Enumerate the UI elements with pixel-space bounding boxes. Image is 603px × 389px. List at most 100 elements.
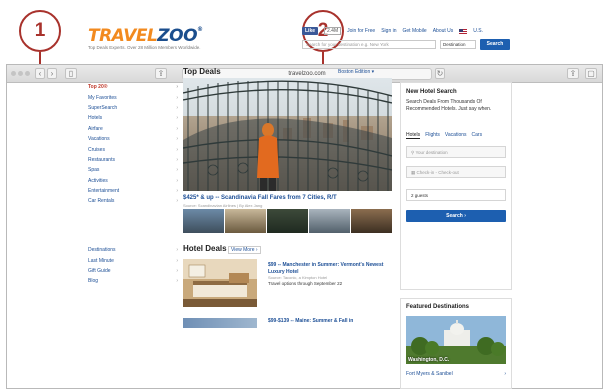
edition-selector[interactable]: Boston Edition ▾ [338,69,374,75]
url-text: travelzoo.com [288,71,326,77]
chevron-right-icon: › [176,136,178,143]
sidebar-item-supersearch[interactable]: SuperSearch › [88,103,178,113]
hero-photo-graphic [183,78,392,191]
sidebar-item-label: Last Minute [88,257,114,264]
sidebar-item-vacations[interactable]: Vacations › [88,134,178,144]
destination-type-select[interactable]: Destination [440,40,476,49]
chevron-right-icon: › [176,278,178,285]
featured-image-label: Washington, D.C. [408,357,450,363]
dates-placeholder: Check-in - Check-out [416,170,459,175]
sidebar-item-gift-guide[interactable]: Gift Guide › [88,266,178,276]
sidebar-item-label: Spas [88,167,100,174]
hotel-destination-input[interactable]: ⚲ Your destination [406,146,506,158]
tab-cars[interactable]: Cars [472,132,483,139]
locale-selector[interactable]: U.S. [473,28,483,34]
sidebar-item-activities[interactable]: Activities › [88,176,178,186]
hotel-deal-2-title-link[interactable]: $99-$139 -- Maine: Summer & Fall in [268,318,353,324]
sidebar-item-car-rentals[interactable]: Car Rentals › [88,196,178,206]
facebook-like-button[interactable]: Like [302,27,319,35]
back-button[interactable]: ‹ [35,68,45,79]
hotel-deal-title-link[interactable]: $99 -- Manchester in Summer: Vermont's N… [268,262,393,275]
sidebar-item-label: Vacations [88,136,110,143]
secondary-sidebar: Destinations › Last Minute › Gift Guide › B… [88,245,178,287]
chevron-right-icon: › [176,146,178,153]
travelzoo-logo[interactable]: TRAVELZOO® [88,26,203,46]
us-flag-icon [459,28,468,34]
screenshot-stage: 1 2 ‹ › ▯ ⇪ travelzoo.com ↻ ⇪ ▢ TRAVELZO… [0,0,603,389]
sidebar-item-destinations[interactable]: Destinations › [88,245,178,255]
reload-button[interactable]: ↻ [435,68,445,79]
window-zoom-dot[interactable] [25,71,30,76]
hotel-deal-image[interactable] [183,259,257,307]
forward-button[interactable]: › [47,68,57,79]
hotel-search-description: Search Deals From Thousands Of Recommend… [406,99,492,112]
sidebar-item-restaurants[interactable]: Restaurants › [88,155,178,165]
chevron-right-icon: › [176,125,178,132]
sidebar-item-label: Top 20® [88,84,108,91]
featured-link-label: Fort Myers & Sanibel [406,371,453,377]
sidebar-item-favorites[interactable]: My Favorites › [88,92,178,102]
logo-zoo-text: ZOO [157,26,198,46]
share-button[interactable]: ⇪ [567,68,579,79]
deal-thumbnail-strip [183,209,392,233]
tab-vacations[interactable]: Vacations [445,132,467,139]
hotel-deals-heading: Hotel Deals [183,244,227,253]
chevron-right-icon: › [176,267,178,274]
hotel-search-tabs: Hotels Flights Vacations Cars [406,132,482,139]
deal-thumbnail[interactable] [183,209,224,233]
destination-placeholder: Your destination [415,150,448,155]
sidebar-item-entertainment[interactable]: Entertainment › [88,186,178,196]
tabs-button[interactable]: ▢ [585,68,597,79]
chevron-right-icon: › [176,84,178,91]
sidebar-item-last-minute[interactable]: Last Minute › [88,255,178,265]
category-sidebar: Top 20® › My Favorites › SuperSearch › Hote… [88,82,178,207]
callout-1: 1 [19,10,61,52]
chevron-right-icon: › [176,104,178,111]
sidebar-item-label: SuperSearch [88,104,118,111]
sidebar-item-airfare[interactable]: Airfare › [88,124,178,134]
site-tagline: Top Deals Experts. Over 28 Million Membe… [88,45,201,50]
get-mobile-link[interactable]: Get Mobile [403,28,427,34]
chevron-right-icon: › [176,115,178,122]
top-deal-source: Source: Scandinavian Airlines | By Alex … [183,203,263,208]
chevron-right-icon: › [176,188,178,195]
sidebar-item-top20[interactable]: Top 20® › [88,82,178,92]
hotel-dates-input[interactable]: ▦ Check-in - Check-out [406,166,506,178]
hotel-deal-description: Travel options through September 22 [268,281,343,286]
sidebar-item-blog[interactable]: Blog › [88,276,178,286]
deal-thumbnail[interactable] [225,209,266,233]
search-button[interactable]: Search [480,39,510,50]
edition-label: Boston Edition [338,69,371,75]
hotel-deal-image-2[interactable] [183,318,257,328]
destination-search-input[interactable]: Search for your destination e.g. New Yor… [302,40,436,49]
about-us-link[interactable]: About Us [433,28,454,34]
chevron-right-icon: › [176,177,178,184]
sidebar-item-cruises[interactable]: Cruises › [88,144,178,154]
view-more-button[interactable]: View More › [228,246,261,254]
sidebar-item-label: Car Rentals [88,198,115,205]
guests-select[interactable]: 2 guests [406,189,506,201]
sidebar-item-label: Gift Guide [88,267,111,274]
sidebar-item-label: Entertainment [88,188,120,195]
deal-thumbnail[interactable] [351,209,392,233]
top-deals-heading: Top Deals [183,67,221,76]
window-close-dot[interactable] [11,71,16,76]
join-link[interactable]: Join for Free [347,28,375,34]
deal-thumbnail[interactable] [267,209,308,233]
featured-destination-link[interactable]: Fort Myers & Sanibel › [406,371,506,377]
sidebar-item-label: Cruises [88,146,105,153]
hotel-search-button[interactable]: Search › [406,210,506,222]
window-minimize-dot[interactable] [18,71,23,76]
sign-in-link[interactable]: Sign in [381,28,396,34]
tab-hotels[interactable]: Hotels [406,132,421,139]
sidebar-item-hotels[interactable]: Hotels › [88,113,178,123]
share-button-left[interactable]: ⇪ [155,68,167,79]
sidebar-item-label: Airfare [88,125,103,132]
tab-flights[interactable]: Flights [425,132,440,139]
sidebar-toggle-button[interactable]: ▯ [65,68,77,79]
sidebar-item-spas[interactable]: Spas › [88,165,178,175]
chevron-right-icon: › [176,247,178,254]
deal-thumbnail[interactable] [309,209,350,233]
top-deal-hero-image[interactable] [183,78,392,191]
top-deal-title-link[interactable]: $425* & up -- Scandinavia Fall Fares fro… [183,195,393,201]
